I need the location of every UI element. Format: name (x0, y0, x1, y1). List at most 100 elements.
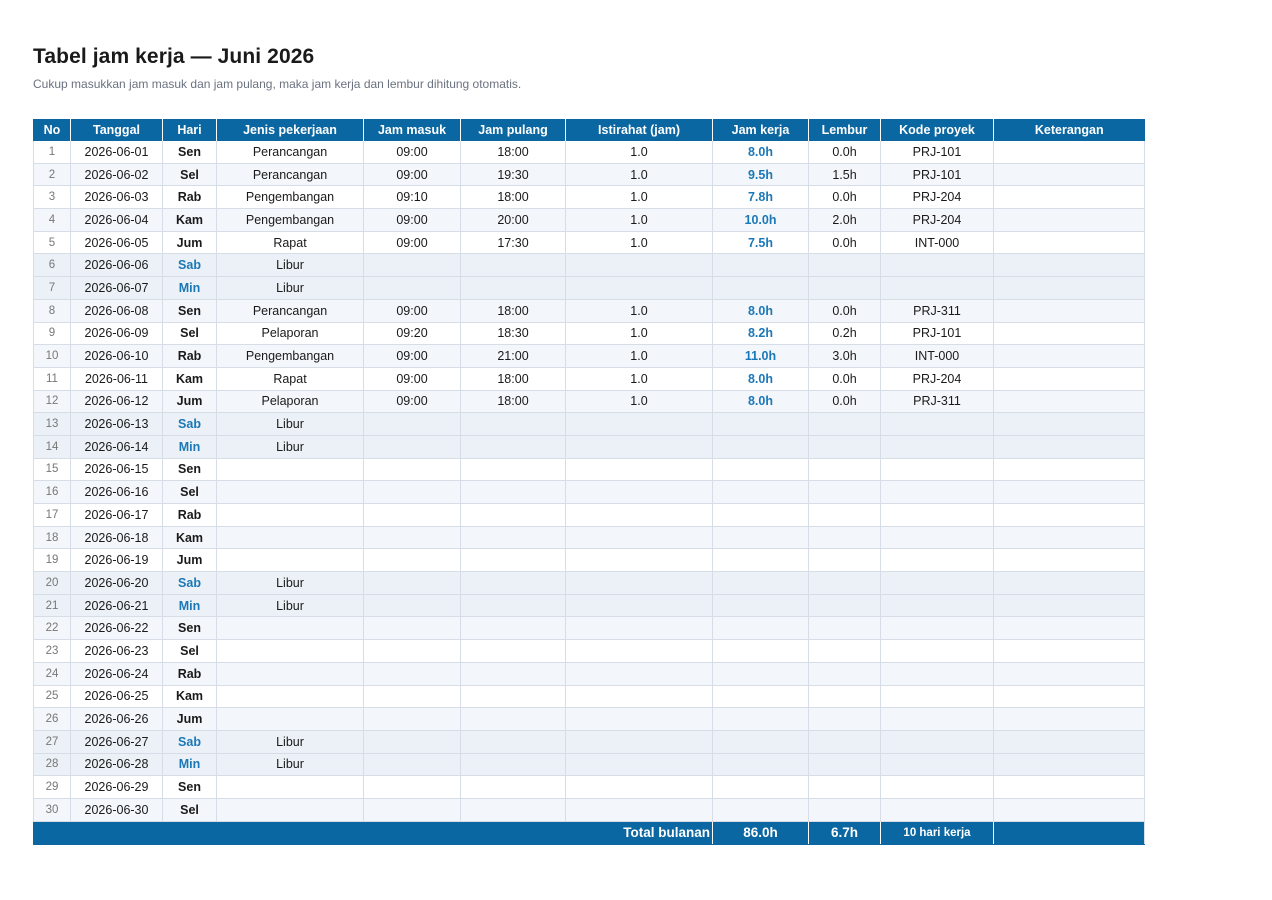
break-cell[interactable] (565, 503, 713, 527)
break-cell[interactable] (565, 798, 713, 822)
notes-cell[interactable] (993, 798, 1145, 822)
project-code-cell[interactable] (880, 548, 994, 573)
clock-out-cell[interactable] (460, 662, 566, 686)
break-cell[interactable]: 1.0 (565, 390, 713, 414)
project-code-cell[interactable] (880, 685, 994, 709)
column-header-no[interactable]: No (33, 119, 71, 141)
clock-out-cell[interactable] (460, 548, 566, 573)
notes-cell[interactable] (993, 526, 1145, 550)
project-code-cell[interactable] (880, 458, 994, 482)
clock-out-cell[interactable] (460, 253, 566, 278)
break-cell[interactable] (565, 571, 713, 595)
clock-in-cell[interactable] (363, 685, 461, 709)
clock-in-cell[interactable] (363, 639, 461, 663)
work-type-cell[interactable] (216, 503, 364, 527)
clock-in-cell[interactable]: 09:00 (363, 367, 461, 391)
project-code-cell[interactable] (880, 571, 994, 595)
break-cell[interactable]: 1.0 (565, 185, 713, 210)
work-type-cell[interactable] (216, 798, 364, 822)
clock-out-cell[interactable]: 18:00 (460, 367, 566, 391)
work-type-cell[interactable]: Perancangan (216, 299, 364, 323)
clock-in-cell[interactable]: 09:20 (363, 322, 461, 346)
break-cell[interactable] (565, 548, 713, 573)
clock-in-cell[interactable] (363, 480, 461, 504)
clock-in-cell[interactable]: 09:00 (363, 299, 461, 323)
column-header-project-code[interactable]: Kode proyek (880, 119, 994, 141)
project-code-cell[interactable] (880, 526, 994, 550)
work-type-cell[interactable] (216, 616, 364, 641)
clock-out-cell[interactable]: 18:00 (460, 299, 566, 323)
clock-in-cell[interactable]: 09:00 (363, 208, 461, 232)
work-type-cell[interactable] (216, 480, 364, 504)
project-code-cell[interactable] (880, 775, 994, 799)
break-cell[interactable] (565, 775, 713, 799)
clock-in-cell[interactable] (363, 753, 461, 777)
work-type-cell[interactable]: Perancangan (216, 141, 364, 164)
project-code-cell[interactable] (880, 730, 994, 754)
break-cell[interactable] (565, 276, 713, 300)
notes-cell[interactable] (993, 685, 1145, 709)
work-type-cell[interactable]: Libur (216, 594, 364, 618)
project-code-cell[interactable] (880, 798, 994, 822)
notes-cell[interactable] (993, 367, 1145, 391)
break-cell[interactable] (565, 639, 713, 663)
clock-in-cell[interactable] (363, 503, 461, 527)
clock-in-cell[interactable] (363, 526, 461, 550)
work-type-cell[interactable]: Rapat (216, 231, 364, 255)
work-type-cell[interactable] (216, 639, 364, 663)
notes-cell[interactable] (993, 616, 1145, 641)
work-type-cell[interactable] (216, 707, 364, 731)
clock-out-cell[interactable] (460, 730, 566, 754)
break-cell[interactable] (565, 412, 713, 436)
notes-cell[interactable] (993, 163, 1145, 187)
clock-out-cell[interactable] (460, 435, 566, 459)
notes-cell[interactable] (993, 299, 1145, 323)
project-code-cell[interactable] (880, 616, 994, 641)
clock-out-cell[interactable]: 18:30 (460, 322, 566, 346)
clock-out-cell[interactable] (460, 594, 566, 618)
column-header-work-hours[interactable]: Jam kerja (712, 119, 809, 141)
clock-out-cell[interactable] (460, 775, 566, 799)
break-cell[interactable] (565, 753, 713, 777)
notes-cell[interactable] (993, 753, 1145, 777)
project-code-cell[interactable] (880, 503, 994, 527)
break-cell[interactable]: 1.0 (565, 299, 713, 323)
clock-out-cell[interactable] (460, 753, 566, 777)
clock-in-cell[interactable]: 09:00 (363, 231, 461, 255)
work-type-cell[interactable]: Rapat (216, 367, 364, 391)
work-type-cell[interactable]: Libur (216, 412, 364, 436)
project-code-cell[interactable]: PRJ-101 (880, 322, 994, 346)
column-header-date[interactable]: Tanggal (70, 119, 163, 141)
notes-cell[interactable] (993, 253, 1145, 278)
notes-cell[interactable] (993, 344, 1145, 368)
break-cell[interactable] (565, 458, 713, 482)
notes-cell[interactable] (993, 594, 1145, 618)
notes-cell[interactable] (993, 571, 1145, 595)
clock-in-cell[interactable] (363, 594, 461, 618)
work-type-cell[interactable] (216, 458, 364, 482)
project-code-cell[interactable]: PRJ-204 (880, 208, 994, 232)
clock-in-cell[interactable] (363, 571, 461, 595)
clock-out-cell[interactable]: 18:00 (460, 185, 566, 210)
break-cell[interactable] (565, 616, 713, 641)
work-type-cell[interactable] (216, 548, 364, 573)
notes-cell[interactable] (993, 390, 1145, 414)
work-type-cell[interactable] (216, 775, 364, 799)
clock-in-cell[interactable] (363, 435, 461, 459)
clock-out-cell[interactable] (460, 480, 566, 504)
break-cell[interactable]: 1.0 (565, 163, 713, 187)
notes-cell[interactable] (993, 208, 1145, 232)
column-header-notes[interactable]: Keterangan (993, 119, 1145, 141)
clock-in-cell[interactable] (363, 276, 461, 300)
column-header-work-type[interactable]: Jenis pekerjaan (216, 119, 364, 141)
project-code-cell[interactable]: PRJ-101 (880, 163, 994, 187)
clock-in-cell[interactable]: 09:00 (363, 390, 461, 414)
notes-cell[interactable] (993, 141, 1145, 164)
clock-in-cell[interactable] (363, 662, 461, 686)
break-cell[interactable]: 1.0 (565, 322, 713, 346)
notes-cell[interactable] (993, 276, 1145, 300)
clock-in-cell[interactable] (363, 775, 461, 799)
clock-in-cell[interactable] (363, 616, 461, 641)
work-type-cell[interactable] (216, 526, 364, 550)
column-header-day[interactable]: Hari (162, 119, 217, 141)
